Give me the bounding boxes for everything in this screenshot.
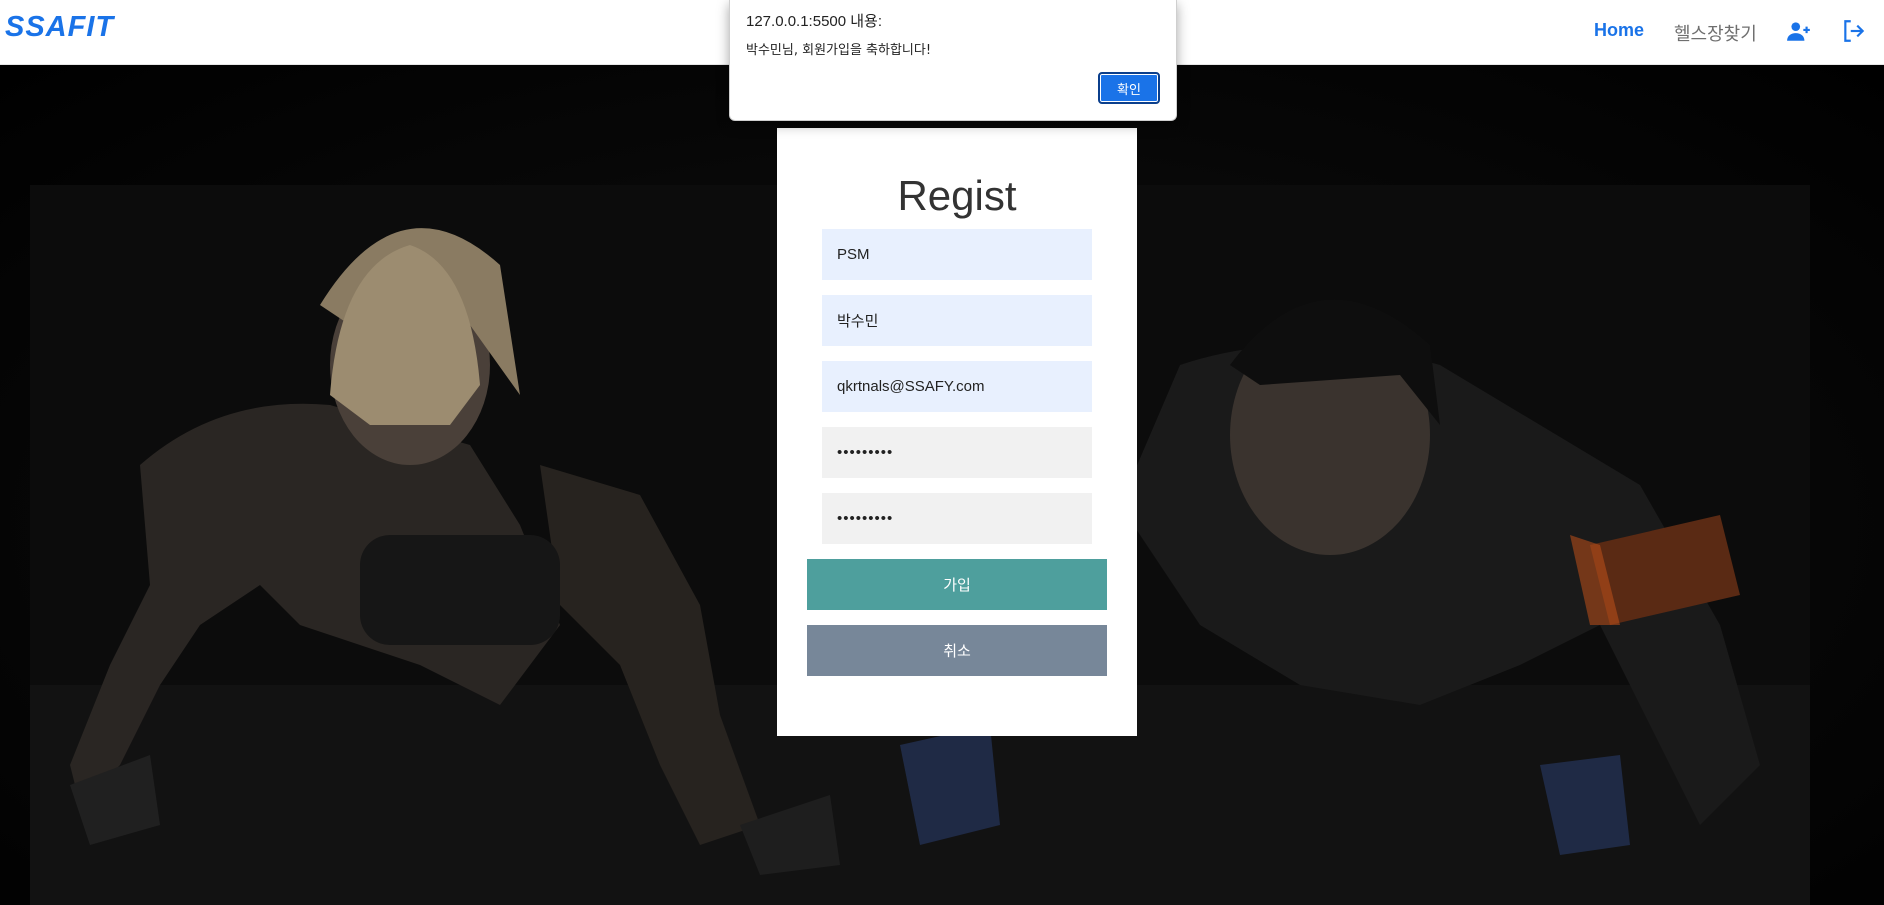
cancel-button[interactable]: 취소: [807, 625, 1107, 676]
alert-dialog: 127.0.0.1:5500 내용: 박수민님, 회원가입을 축하합니다! 확인: [729, 0, 1177, 121]
register-card: Regist 가입 취소: [777, 128, 1137, 736]
nav-home-link[interactable]: Home: [1594, 20, 1644, 41]
alert-ok-button[interactable]: 확인: [1098, 72, 1160, 104]
id-input[interactable]: [822, 229, 1092, 280]
register-title: Regist: [897, 172, 1017, 219]
alert-origin: 127.0.0.1:5500 내용:: [746, 13, 883, 30]
join-button[interactable]: 가입: [807, 559, 1107, 610]
brand-logo[interactable]: SSAFIT: [5, 11, 114, 44]
alert-message: 박수민님, 회원가입을 축하합니다!: [746, 43, 932, 58]
logout-icon[interactable]: [1841, 18, 1867, 44]
password-input[interactable]: [822, 427, 1092, 478]
password-confirm-input[interactable]: [822, 493, 1092, 544]
email-input[interactable]: [822, 361, 1092, 412]
name-input[interactable]: [822, 295, 1092, 346]
user-plus-icon[interactable]: [1786, 18, 1812, 44]
nav-find-gym-link[interactable]: 헬스장찾기: [1674, 20, 1757, 46]
